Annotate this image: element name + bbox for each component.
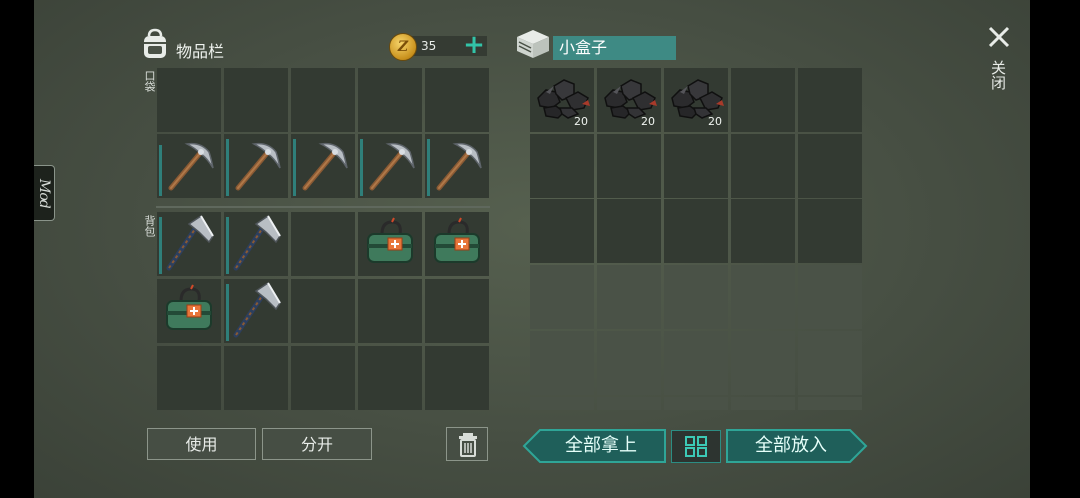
container-slot[interactable] (731, 134, 795, 198)
backpack-slot[interactable] (157, 346, 221, 410)
container-slot[interactable] (597, 397, 661, 410)
backpack-slot[interactable] (425, 212, 489, 276)
container-slot[interactable] (731, 199, 795, 263)
pickaxe-icon (436, 142, 482, 191)
backpack-slot[interactable] (291, 346, 355, 410)
backpack-label: 背包 (143, 215, 156, 237)
container-slot[interactable] (798, 397, 862, 410)
container-slot[interactable]: 20 (597, 68, 661, 132)
container-slot[interactable] (597, 331, 661, 395)
container-slot[interactable] (664, 397, 728, 410)
container-slot[interactable] (731, 397, 795, 410)
container-slot[interactable] (798, 265, 862, 329)
close-label[interactable]: 关闭 (988, 60, 1009, 90)
container-slot[interactable] (530, 199, 594, 263)
sort-button[interactable] (671, 430, 721, 463)
backpack-slot[interactable] (291, 279, 355, 343)
pocket-slot[interactable] (358, 134, 422, 198)
use-button[interactable]: 使用 (147, 428, 256, 460)
container-slot[interactable] (731, 331, 795, 395)
pocket-slot[interactable] (358, 68, 422, 132)
pickaxe-icon (168, 142, 214, 191)
mod-tab[interactable]: Mod (34, 165, 55, 221)
coin-icon: Z (389, 33, 417, 61)
backpack-slot[interactable] (157, 279, 221, 343)
pocket-slot[interactable] (157, 134, 221, 198)
backpack-slot[interactable] (358, 346, 422, 410)
container-slot[interactable] (798, 68, 862, 132)
pocket-slot[interactable] (291, 134, 355, 198)
pocket-slot[interactable] (224, 68, 288, 132)
inventory-title: 物品栏 (176, 42, 225, 61)
backpack-slot[interactable] (358, 212, 422, 276)
trash-icon (459, 433, 477, 457)
split-button[interactable]: 分开 (262, 428, 372, 460)
pocket-slot[interactable] (157, 68, 221, 132)
container-slot[interactable] (798, 134, 862, 198)
container-slot[interactable] (530, 265, 594, 329)
section-divider (156, 206, 490, 208)
backpack-slot[interactable] (157, 212, 221, 276)
container-slot[interactable] (664, 331, 728, 395)
container-slot[interactable] (597, 265, 661, 329)
container-slot[interactable] (731, 265, 795, 329)
pocket-slot[interactable] (291, 68, 355, 132)
pickaxe-icon (369, 142, 415, 191)
hatchet-icon (233, 214, 281, 271)
grid-icon (685, 436, 707, 457)
hatchet-icon (166, 214, 214, 271)
backpack-icon (144, 28, 166, 58)
container-slot[interactable] (798, 331, 862, 395)
backpack-slot[interactable] (358, 279, 422, 343)
stack-count: 20 (708, 115, 722, 128)
first-aid-kit-icon (367, 217, 413, 263)
stack-count: 20 (641, 115, 655, 128)
backpack-slot[interactable] (425, 279, 489, 343)
container-slot[interactable] (664, 134, 728, 198)
pocket-slot[interactable] (425, 68, 489, 132)
backpack-slot[interactable] (224, 346, 288, 410)
container-slot[interactable] (664, 265, 728, 329)
backpack-slot[interactable] (291, 212, 355, 276)
take-all-button[interactable]: 全部拿上 (540, 429, 662, 463)
container-title: 小盒子 (553, 36, 676, 60)
container-slot[interactable] (664, 199, 728, 263)
container-slot[interactable] (798, 199, 862, 263)
coin-count: 35 (421, 39, 437, 53)
first-aid-kit-icon (434, 217, 480, 263)
backpack-slot[interactable] (425, 346, 489, 410)
first-aid-kit-icon (166, 284, 212, 330)
box-icon (517, 30, 549, 58)
backpack-slot[interactable] (224, 212, 288, 276)
container-slot[interactable] (597, 199, 661, 263)
stack-count: 20 (574, 115, 588, 128)
container-slot[interactable] (530, 397, 594, 410)
pocket-slot[interactable] (425, 134, 489, 198)
add-coins-button[interactable]: + (462, 32, 486, 58)
put-all-button[interactable]: 全部放入 (728, 429, 854, 463)
pocket-slot[interactable] (224, 134, 288, 198)
close-icon[interactable] (984, 22, 1014, 52)
pocket-label: 口袋 (143, 70, 156, 92)
screen-edge (1030, 0, 1080, 498)
container-slot[interactable] (530, 331, 594, 395)
container-slot[interactable]: 20 (530, 68, 594, 132)
container-slot[interactable] (731, 68, 795, 132)
pickaxe-icon (302, 142, 348, 191)
trash-button[interactable] (446, 427, 488, 461)
hatchet-icon (233, 281, 281, 338)
container-slot[interactable] (597, 134, 661, 198)
mod-tab-label: Mod (36, 178, 52, 208)
pickaxe-icon (235, 142, 281, 191)
container-slot[interactable]: 20 (664, 68, 728, 132)
container-slot[interactable] (530, 134, 594, 198)
backpack-slot[interactable] (224, 279, 288, 343)
